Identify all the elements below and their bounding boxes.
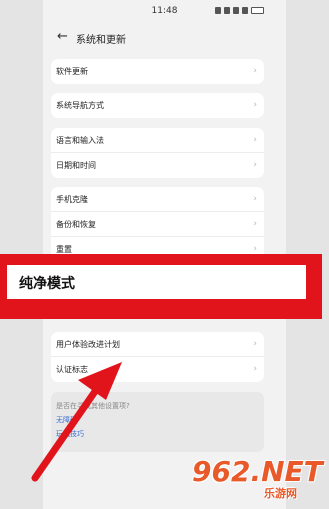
- watermark-subtitle: 乐游网: [264, 487, 297, 500]
- setting-row-ux-program[interactable]: 用户体验改进计划 ›: [51, 332, 264, 357]
- setting-row-navigation[interactable]: 系统导航方式 ›: [51, 93, 264, 118]
- page-header: ← 系统和更新: [43, 26, 286, 52]
- chevron-right-icon: ›: [253, 364, 257, 374]
- chevron-right-icon: ›: [253, 160, 257, 170]
- setting-row-language-input[interactable]: 语言和输入法 ›: [51, 128, 264, 153]
- setting-label: 软件更新: [56, 67, 88, 76]
- chevron-right-icon: ›: [253, 135, 257, 145]
- page-title: 系统和更新: [76, 35, 126, 46]
- status-icons: [215, 7, 264, 14]
- site-watermark: 962.NET 乐游网: [192, 455, 323, 505]
- setting-label: 备份和恢复: [56, 220, 96, 229]
- pure-mode-label: 纯净模式: [19, 276, 75, 292]
- bluetooth-icon: [215, 7, 221, 14]
- setting-label: 系统导航方式: [56, 101, 104, 110]
- setting-label: 认证标志: [56, 365, 88, 374]
- accessibility-link[interactable]: 无障碍: [56, 415, 77, 425]
- tips-link[interactable]: 玩机技巧: [56, 429, 84, 439]
- setting-row-date-time[interactable]: 日期和时间 ›: [51, 153, 264, 178]
- chevron-right-icon: ›: [253, 219, 257, 229]
- pure-mode-highlight-box: 纯净模式: [0, 254, 322, 319]
- setting-row-backup-restore[interactable]: 备份和恢复 ›: [51, 212, 264, 237]
- chevron-right-icon: ›: [253, 194, 257, 204]
- chevron-right-icon: ›: [253, 339, 257, 349]
- setting-label: 手机克隆: [56, 195, 88, 204]
- settings-card-navigation: 系统导航方式 ›: [51, 93, 264, 118]
- phone-screenshot: 11:48 ← 系统和更新 软件更新 › 系统导航方式 › 语言和输入法 › 日…: [0, 0, 329, 509]
- setting-label: 日期和时间: [56, 161, 96, 170]
- watermark-logo: 962.NET: [192, 455, 323, 488]
- chevron-right-icon: ›: [253, 100, 257, 110]
- wifi-icon: [233, 7, 239, 14]
- settings-card-update: 软件更新 ›: [51, 59, 264, 84]
- settings-card-experience: 用户体验改进计划 › 认证标志 ›: [51, 332, 264, 382]
- chevron-right-icon: ›: [253, 66, 257, 76]
- setting-label: 用户体验改进计划: [56, 340, 120, 349]
- back-arrow-icon[interactable]: ←: [57, 30, 69, 43]
- setting-row-phone-clone[interactable]: 手机克隆 ›: [51, 187, 264, 212]
- suggestion-question: 是否在寻找其他设置项?: [56, 402, 130, 410]
- status-bar: 11:48: [43, 0, 286, 24]
- setting-label: 语言和输入法: [56, 136, 104, 145]
- mute-icon: [224, 7, 230, 14]
- settings-card-language: 语言和输入法 › 日期和时间 ›: [51, 128, 264, 178]
- chevron-right-icon: ›: [253, 244, 257, 254]
- battery-icon: [251, 7, 264, 14]
- search-suggestion-card: 是否在寻找其他设置项? 无障碍 玩机技巧: [51, 392, 264, 452]
- setting-row-software-update[interactable]: 软件更新 ›: [51, 59, 264, 84]
- setting-row-certification[interactable]: 认证标志 ›: [51, 357, 264, 382]
- signal-icon: [242, 7, 248, 14]
- pure-mode-row[interactable]: 纯净模式: [7, 265, 306, 299]
